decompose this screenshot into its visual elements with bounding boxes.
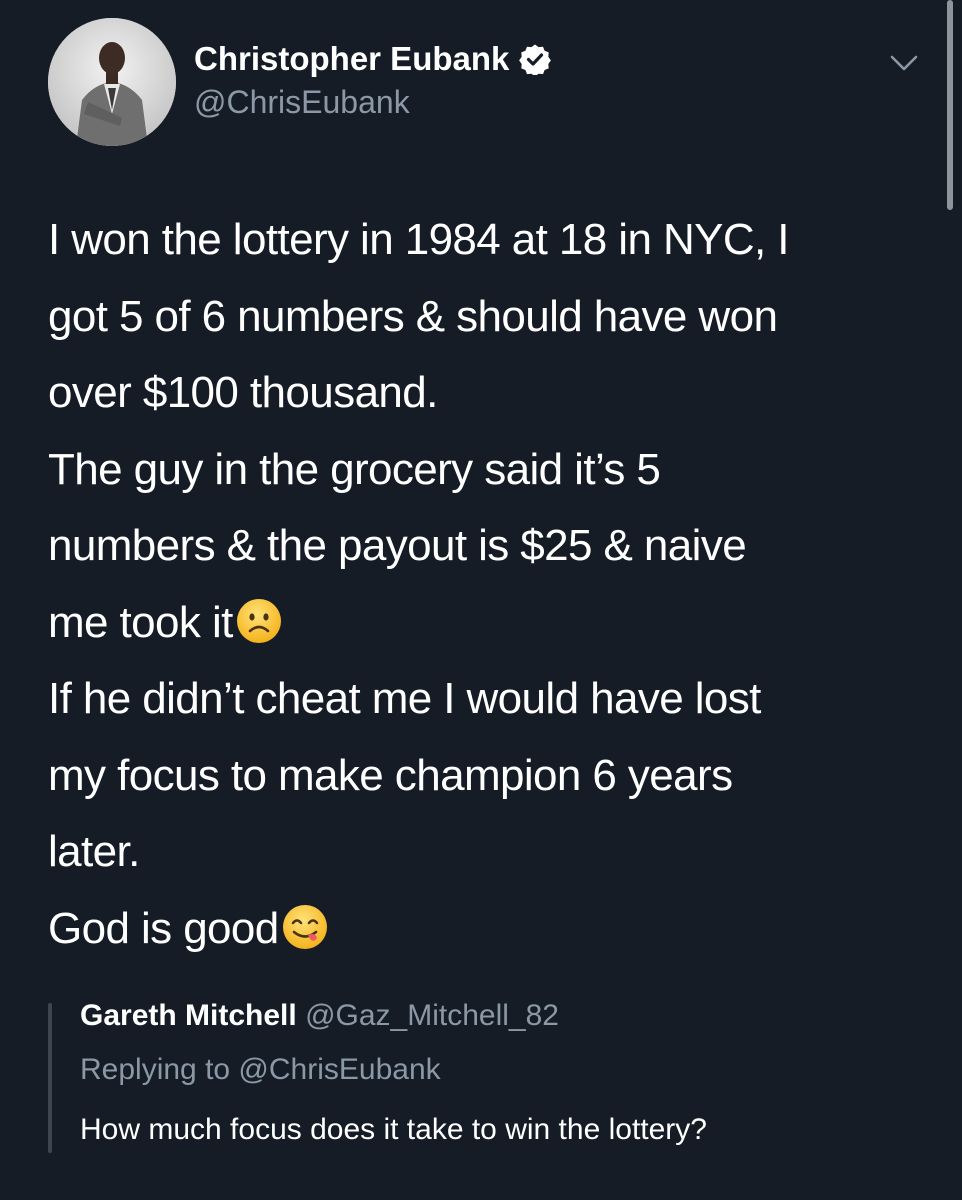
tweet-body-line: got 5 of 6 numbers & should have won [48, 291, 778, 341]
tweet-body-line: numbers & the payout is $25 & naive [48, 521, 747, 570]
quote-bar [48, 1003, 52, 1153]
tweet-body-line-text: God is good [48, 903, 279, 953]
tweet-body-line: later. [48, 827, 140, 876]
profile-photo-icon [48, 18, 176, 146]
face-savoring-food-emoji-icon [281, 899, 329, 949]
tweet-body-line: If he didn’t cheat me I would have lost [48, 674, 761, 723]
quoted-tweet[interactable]: Gareth Mitchell @Gaz_Mitchell_82 Replyin… [48, 995, 928, 1155]
quoted-tweet-text: How much focus does it take to win the l… [80, 1113, 707, 1146]
tweet-body-line-with-emoji: God is good [48, 891, 928, 968]
tweet-body-line: over $100 thousand. [48, 368, 438, 417]
verified-badge-icon [519, 43, 552, 77]
quoted-display-name[interactable]: Gareth Mitchell [80, 999, 297, 1032]
tweet-body-line: I won the lottery in 1984 at 18 in NYC, … [48, 215, 790, 264]
frowning-face-emoji-icon [235, 593, 283, 643]
author-name-row[interactable]: Christopher Eubank [194, 40, 552, 78]
author-display-name[interactable]: Christopher Eubank [194, 40, 509, 78]
tweet: Christopher Eubank @ChrisEubank I won th… [0, 0, 962, 1200]
tweet-body-line: The guy in the grocery said it’s 5 [48, 444, 661, 494]
tweet-body: I won the lottery in 1984 at 18 in NYC, … [48, 202, 928, 967]
tweet-body-line: my focus to make champion 6 years [48, 750, 733, 800]
quoted-handle[interactable]: @Gaz_Mitchell_82 [305, 999, 559, 1032]
chevron-down-icon[interactable] [884, 48, 924, 78]
scrollbar[interactable] [947, 0, 953, 210]
quoted-reply-context[interactable]: Replying to @ChrisEubank [80, 1053, 441, 1087]
tweet-body-line-text: me took it [48, 597, 233, 647]
avatar[interactable] [48, 18, 176, 146]
quoted-author-row: Gareth Mitchell @Gaz_Mitchell_82 [80, 999, 559, 1033]
tweet-body-line-with-emoji: me took it [48, 585, 928, 662]
author-handle[interactable]: @ChrisEubank [194, 84, 410, 121]
